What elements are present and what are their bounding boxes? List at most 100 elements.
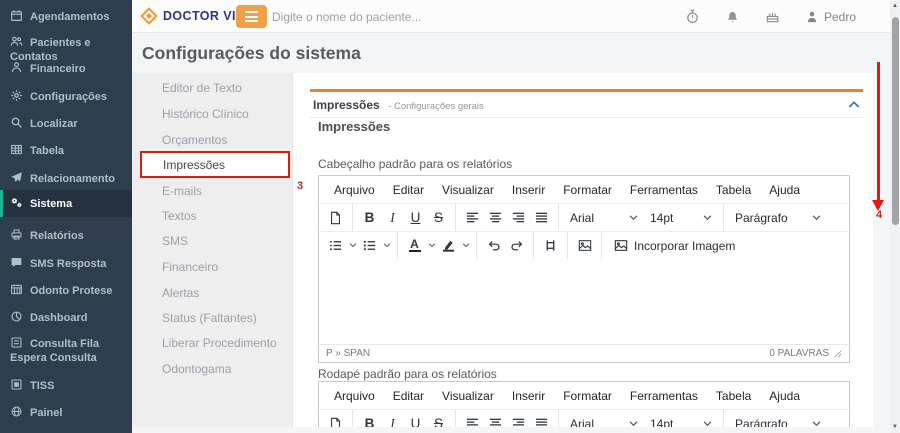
sidebar-item-painel[interactable]: Painel bbox=[0, 399, 132, 426]
menu-ajuda[interactable]: Ajuda bbox=[760, 183, 809, 197]
resize-handle-icon[interactable] bbox=[834, 350, 842, 358]
submenu-item-textos[interactable]: Textos bbox=[132, 204, 293, 229]
insert-image-button[interactable] bbox=[573, 234, 596, 258]
element-path: P » SPAN bbox=[326, 348, 370, 359]
sidebar-item-label: SMS Resposta bbox=[30, 258, 106, 270]
sidebar-item-tabela[interactable]: Tabela bbox=[0, 137, 132, 164]
italic-button[interactable]: I bbox=[381, 206, 404, 230]
numbered-list-button[interactable] bbox=[358, 234, 381, 258]
menu-arquivo[interactable]: Arquivo bbox=[325, 389, 384, 403]
underline-button[interactable]: U bbox=[404, 206, 427, 230]
sidebar-item-odonto-protese[interactable]: Odonto Protese bbox=[0, 277, 132, 304]
submenu-item-impressoes-active[interactable]: Impressões bbox=[140, 151, 290, 178]
submenu-item-emails[interactable]: E-mails bbox=[132, 179, 293, 204]
submenu-item-liberar-procedimento[interactable]: Liberar Procedimento bbox=[132, 331, 293, 356]
menu-arquivo[interactable]: Arquivo bbox=[325, 183, 384, 197]
sidebar-item-relacionamento[interactable]: Relacionamento bbox=[0, 165, 132, 192]
text-color-button[interactable]: A bbox=[403, 234, 426, 258]
page-break-icon bbox=[544, 239, 557, 252]
sidebar-item-sms-resposta[interactable]: SMS Resposta bbox=[0, 250, 132, 277]
submenu-item-orcamentos[interactable]: Orçamentos bbox=[132, 128, 293, 153]
new-document-button[interactable] bbox=[324, 206, 347, 230]
sidebar-item-localizar[interactable]: Localizar bbox=[0, 110, 132, 137]
paragraph-style-select[interactable]: Parágrafo bbox=[729, 417, 827, 428]
sidebar-item-consulta-fila[interactable]: Consulta Fila Espera Consulta bbox=[0, 330, 132, 371]
hamburger-menu-button[interactable] bbox=[236, 5, 267, 28]
section-heading: Impressões bbox=[318, 119, 390, 134]
sidebar-item-dashboard[interactable]: Dashboard bbox=[0, 304, 132, 331]
submenu-item-status-faltantes[interactable]: Status (Faltantes) bbox=[132, 306, 293, 331]
submenu-item-odontogama[interactable]: Odontogama bbox=[132, 357, 293, 382]
highlight-color-button[interactable] bbox=[437, 234, 460, 258]
sidebar-item-financeiro[interactable]: Financeiro bbox=[0, 55, 132, 82]
font-family-select[interactable]: Arial bbox=[564, 417, 644, 428]
highlight-color-dropdown[interactable] bbox=[460, 243, 471, 248]
underline-button[interactable]: U bbox=[404, 412, 427, 428]
menu-tabela[interactable]: Tabela bbox=[707, 183, 760, 197]
justify-button[interactable] bbox=[530, 412, 553, 428]
strikethrough-button[interactable]: S bbox=[427, 206, 450, 230]
menu-ajuda[interactable]: Ajuda bbox=[760, 389, 809, 403]
font-size-select[interactable]: 14pt bbox=[644, 211, 718, 225]
patient-search-input[interactable] bbox=[272, 5, 522, 28]
align-center-button[interactable] bbox=[484, 412, 507, 428]
align-right-button[interactable] bbox=[507, 206, 530, 230]
bold-button[interactable]: B bbox=[358, 206, 381, 230]
align-left-button[interactable] bbox=[461, 412, 484, 428]
font-size-select[interactable]: 14pt bbox=[644, 417, 718, 428]
sidebar-item-configuracoes[interactable]: Configurações bbox=[0, 83, 132, 110]
chevron-up-icon[interactable] bbox=[848, 100, 860, 109]
menu-ferramentas[interactable]: Ferramentas bbox=[621, 389, 707, 403]
justify-button[interactable] bbox=[530, 206, 553, 230]
embed-image-button[interactable]: Incorporar Imagem bbox=[607, 239, 742, 253]
undo-button[interactable] bbox=[482, 234, 505, 258]
italic-button[interactable]: I bbox=[381, 412, 404, 428]
bold-button[interactable]: B bbox=[358, 412, 381, 428]
sidebar-item-tiss[interactable]: TISS bbox=[0, 372, 132, 399]
strikethrough-button[interactable]: S bbox=[427, 412, 450, 428]
scroll-down-arrow[interactable]: ▼ bbox=[890, 424, 900, 430]
align-center-button[interactable] bbox=[484, 206, 507, 230]
menu-visualizar[interactable]: Visualizar bbox=[433, 389, 503, 403]
settings-content: Impressões - Configurações gerais Impres… bbox=[293, 73, 873, 427]
font-family-select[interactable]: Arial bbox=[564, 211, 644, 225]
bullet-list-button[interactable] bbox=[324, 234, 347, 258]
submenu-item-sms[interactable]: SMS bbox=[132, 229, 293, 254]
submenu-item-historico-clinico[interactable]: Histórico Clínico bbox=[132, 102, 293, 127]
birthday-cake-icon[interactable] bbox=[765, 9, 780, 24]
page-break-button[interactable] bbox=[539, 234, 562, 258]
sidebar-item-agendamentos[interactable]: Agendamentos bbox=[0, 3, 132, 30]
menu-inserir[interactable]: Inserir bbox=[503, 183, 554, 197]
menu-formatar[interactable]: Formatar bbox=[554, 389, 621, 403]
bell-icon[interactable] bbox=[725, 9, 740, 24]
bullet-list-dropdown[interactable] bbox=[347, 243, 358, 248]
menu-editar[interactable]: Editar bbox=[384, 183, 433, 197]
scrollbar-thumb[interactable] bbox=[892, 17, 899, 225]
menu-inserir[interactable]: Inserir bbox=[503, 389, 554, 403]
editor-menubar: Arquivo Editar Visualizar Inserir Format… bbox=[319, 176, 849, 203]
paragraph-style-select[interactable]: Parágrafo bbox=[729, 211, 827, 225]
submenu-item-alertas[interactable]: Alertas bbox=[132, 281, 293, 306]
sidebar-item-sistema[interactable]: Sistema bbox=[0, 190, 132, 217]
editor-toolbar-row1: B I U S Arial 14pt bbox=[319, 409, 849, 427]
align-right-button[interactable] bbox=[507, 412, 530, 428]
new-document-button[interactable] bbox=[324, 412, 347, 428]
menu-visualizar[interactable]: Visualizar bbox=[433, 183, 503, 197]
submenu-item-financeiro[interactable]: Financeiro bbox=[132, 255, 293, 280]
editor-content-area[interactable] bbox=[319, 259, 849, 344]
chevron-down-icon bbox=[703, 421, 712, 427]
menu-ferramentas[interactable]: Ferramentas bbox=[621, 183, 707, 197]
user-menu[interactable]: Pedro bbox=[805, 10, 856, 24]
redo-button[interactable] bbox=[505, 234, 528, 258]
submenu-item-editor-de-texto[interactable]: Editor de Texto bbox=[132, 76, 293, 101]
stopwatch-icon[interactable] bbox=[685, 9, 700, 24]
menu-tabela[interactable]: Tabela bbox=[707, 389, 760, 403]
highlighter-icon bbox=[442, 239, 455, 252]
scroll-up-arrow[interactable]: ▲ bbox=[890, 3, 900, 9]
menu-editar[interactable]: Editar bbox=[384, 389, 433, 403]
menu-formatar[interactable]: Formatar bbox=[554, 183, 621, 197]
text-color-dropdown[interactable] bbox=[426, 243, 437, 248]
align-left-button[interactable] bbox=[461, 206, 484, 230]
sidebar-item-relatorios[interactable]: Relatórios bbox=[0, 222, 132, 249]
numbered-list-dropdown[interactable] bbox=[381, 243, 392, 248]
